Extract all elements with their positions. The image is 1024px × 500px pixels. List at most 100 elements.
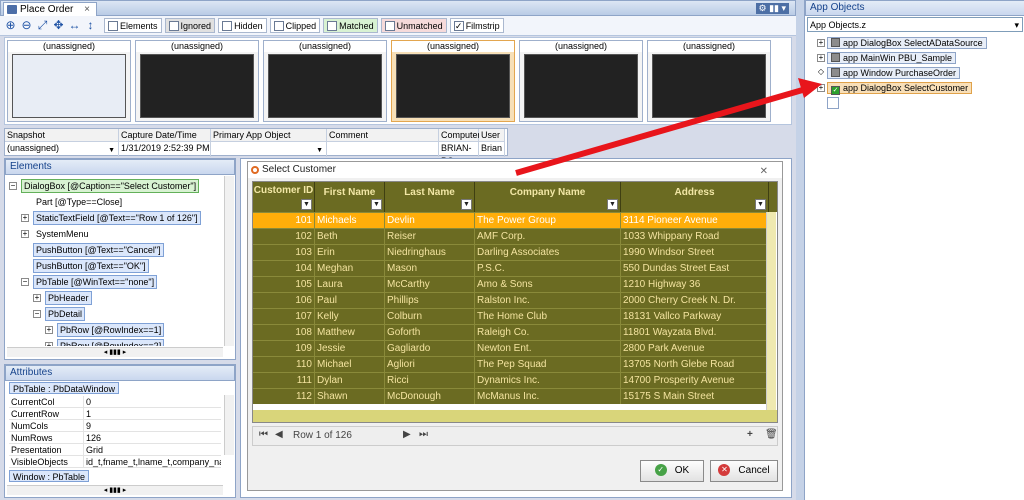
table-row[interactable]: 101 Michaels Devlin The Power Group 3114 Pio…: [253, 212, 769, 228]
snapshot-col[interactable]: ComputerBRIAN-PC: [439, 129, 481, 166]
element-node[interactable]: PushButton [@Text=="Cancel"]: [33, 243, 164, 257]
tab-options-icon[interactable]: ⚙ ▮▮ ▾: [755, 3, 789, 14]
delete-record-icon[interactable]: 🗑: [765, 429, 778, 440]
table-row[interactable]: 108 Matthew Goforth Raleigh Co. 11801 Wayzat…: [253, 324, 769, 340]
table-row[interactable]: 109 Jessie Gagliardo Newton Ent. 2800 Park A…: [253, 340, 769, 356]
splitter[interactable]: [796, 0, 804, 500]
expand-icon[interactable]: +: [21, 214, 29, 222]
filter-dropdown-icon[interactable]: ▼: [607, 199, 618, 210]
expand-icon[interactable]: +: [45, 342, 53, 346]
filter-dropdown-icon[interactable]: ▼: [371, 199, 382, 210]
new-app-object-item[interactable]: [827, 97, 839, 109]
zoom-out-icon[interactable]: ⊖: [20, 19, 33, 32]
attribute-group-pbtable[interactable]: PbTable : PbDataWindow: [9, 382, 120, 394]
element-node[interactable]: PbRow [@RowIndex==2]: [57, 339, 165, 346]
add-record-icon[interactable]: +: [747, 429, 753, 440]
filter-dropdown-icon[interactable]: ▼: [301, 199, 312, 210]
snapshot-col[interactable]: Snapshot (unassigned) ▼: [5, 129, 119, 157]
expand-icon[interactable]: +: [817, 54, 825, 62]
column-header[interactable]: Customer ID ▼: [253, 182, 315, 212]
element-node[interactable]: SystemMenu: [33, 227, 92, 241]
filter-elements-checkbox[interactable]: Elements: [104, 18, 162, 33]
column-header[interactable]: Last Name ▼: [385, 182, 475, 212]
element-node[interactable]: PbHeader: [45, 291, 92, 305]
expand-icon[interactable]: ◇: [817, 68, 825, 77]
filter-matched-checkbox[interactable]: Matched: [323, 18, 378, 33]
element-node[interactable]: PbDetail: [45, 307, 86, 321]
filmstrip-thumbnail[interactable]: (unassigned): [135, 40, 259, 122]
snapshot-col[interactable]: Comment: [327, 129, 439, 157]
move-icon[interactable]: ✥: [52, 19, 65, 32]
column-header[interactable]: Company Name ▼: [475, 182, 621, 212]
column-header[interactable]: Address ▼: [621, 182, 769, 212]
table-row[interactable]: 110 Michael Agliori The Pep Squad 13705 Nort…: [253, 356, 769, 372]
elements-hscroll[interactable]: ◂ ▮▮▮ ▸: [7, 347, 223, 357]
table-row[interactable]: 111 Dylan Ricci Dynamics Inc. 14700 Prosperi…: [253, 372, 769, 388]
tab-place-order[interactable]: Place Order ×: [3, 2, 97, 16]
table-row[interactable]: 103 Erin Niedringhaus Darling Associates 199…: [253, 244, 769, 260]
filmstrip-thumbnail[interactable]: (unassigned): [391, 40, 515, 122]
filmstrip-thumbnail[interactable]: (unassigned): [7, 40, 131, 122]
element-node[interactable]: PbTable [@WinText=="none"]: [33, 275, 158, 289]
app-object-item[interactable]: app DialogBox SelectADataSource: [827, 37, 987, 49]
filter-ignored-checkbox[interactable]: Ignored: [164, 18, 216, 33]
app-object-item[interactable]: ✓ app DialogBox SelectCustomer: [827, 82, 973, 95]
ok-button[interactable]: ✓ OK: [640, 460, 704, 482]
fit-icon[interactable]: ⤢: [36, 19, 49, 32]
close-icon[interactable]: ×: [84, 4, 90, 15]
element-node[interactable]: Part [@Type==Close]: [33, 195, 125, 209]
snapshot-col[interactable]: Capture Date/Time 1/31/2019 2:52:39 PM: [119, 129, 211, 157]
snapshot-col[interactable]: Primary App Object ▼: [211, 129, 327, 157]
expand-icon[interactable]: −: [9, 182, 17, 190]
attribute-row[interactable]: Presentation Grid: [9, 444, 221, 456]
filter-unmatched-checkbox[interactable]: Unmatched: [380, 18, 447, 33]
attribute-row[interactable]: VisibleObjects id_t,fname_t,lname_t,compa…: [9, 456, 221, 468]
attribute-group-window[interactable]: Window : PbTable: [9, 470, 90, 482]
element-node[interactable]: DialogBox [@Caption=="Select Customer"]: [21, 179, 200, 193]
expand-icon[interactable]: +: [45, 326, 53, 334]
elements-vscroll[interactable]: [224, 176, 234, 346]
table-row[interactable]: 112 Shawn McDonough McManus Inc. 15175 S Mai…: [253, 388, 769, 404]
filmstrip-thumbnail[interactable]: (unassigned): [519, 40, 643, 122]
table-row[interactable]: 105 Laura McCarthy Amo & Sons 1210 Highway 3…: [253, 276, 769, 292]
cancel-button[interactable]: ✕ Cancel: [710, 460, 778, 482]
attribute-row[interactable]: NumCols 9: [9, 420, 221, 432]
attribute-row[interactable]: CurrentCol 0: [9, 396, 221, 408]
app-object-item[interactable]: app Window PurchaseOrder: [827, 67, 961, 79]
expand-icon[interactable]: −: [21, 278, 29, 286]
fit-height-icon[interactable]: ↕: [84, 19, 97, 32]
app-objects-selector[interactable]: App Objects.z ▾: [807, 17, 1023, 32]
column-header[interactable]: First Name ▼: [315, 182, 385, 212]
table-row[interactable]: 102 Beth Reiser AMF Corp. 1033 Whippany Road: [253, 228, 769, 244]
grid-hscroll[interactable]: [253, 410, 777, 422]
element-node[interactable]: PbRow [@RowIndex==1]: [57, 323, 165, 337]
attribute-row[interactable]: NumRows 126: [9, 432, 221, 444]
prev-record-icon[interactable]: ◀: [275, 429, 283, 440]
element-node[interactable]: PushButton [@Text=="OK"]: [33, 259, 149, 273]
attributes-hscroll[interactable]: ◂ ▮▮▮ ▸: [7, 485, 223, 495]
expand-icon[interactable]: +: [33, 294, 41, 302]
dialog-close-icon[interactable]: ✕: [760, 164, 768, 179]
filter-dropdown-icon[interactable]: ▼: [755, 199, 766, 210]
filmstrip-thumbnail[interactable]: (unassigned): [647, 40, 771, 122]
fit-width-icon[interactable]: ↔: [68, 19, 81, 32]
expand-icon[interactable]: +: [817, 39, 825, 47]
attributes-vscroll[interactable]: [224, 395, 234, 455]
zoom-in-icon[interactable]: ⊕: [4, 19, 17, 32]
expand-icon[interactable]: −: [33, 310, 41, 318]
filter-dropdown-icon[interactable]: ▼: [461, 199, 472, 210]
first-record-icon[interactable]: ⏮: [259, 429, 268, 440]
filter-filmstrip-checkbox[interactable]: ✓ Filmstrip: [449, 18, 504, 33]
table-row[interactable]: 107 Kelly Colburn The Home Club 18131 Vallco…: [253, 308, 769, 324]
expand-icon[interactable]: +: [21, 230, 29, 238]
filter-hidden-checkbox[interactable]: Hidden: [218, 18, 267, 33]
next-record-icon[interactable]: ▶: [403, 429, 411, 440]
table-row[interactable]: 104 Meghan Mason P.S.C. 550 Dundas Street Ea…: [253, 260, 769, 276]
attribute-row[interactable]: CurrentRow 1: [9, 408, 221, 420]
expand-icon[interactable]: +: [817, 84, 825, 92]
filmstrip-thumbnail[interactable]: (unassigned): [263, 40, 387, 122]
filter-clipped-checkbox[interactable]: Clipped: [269, 18, 321, 33]
app-object-item[interactable]: app MainWin PBU_Sample: [827, 52, 957, 64]
grid-vscroll[interactable]: [766, 212, 776, 410]
snapshot-col[interactable]: User Brian: [479, 129, 505, 157]
